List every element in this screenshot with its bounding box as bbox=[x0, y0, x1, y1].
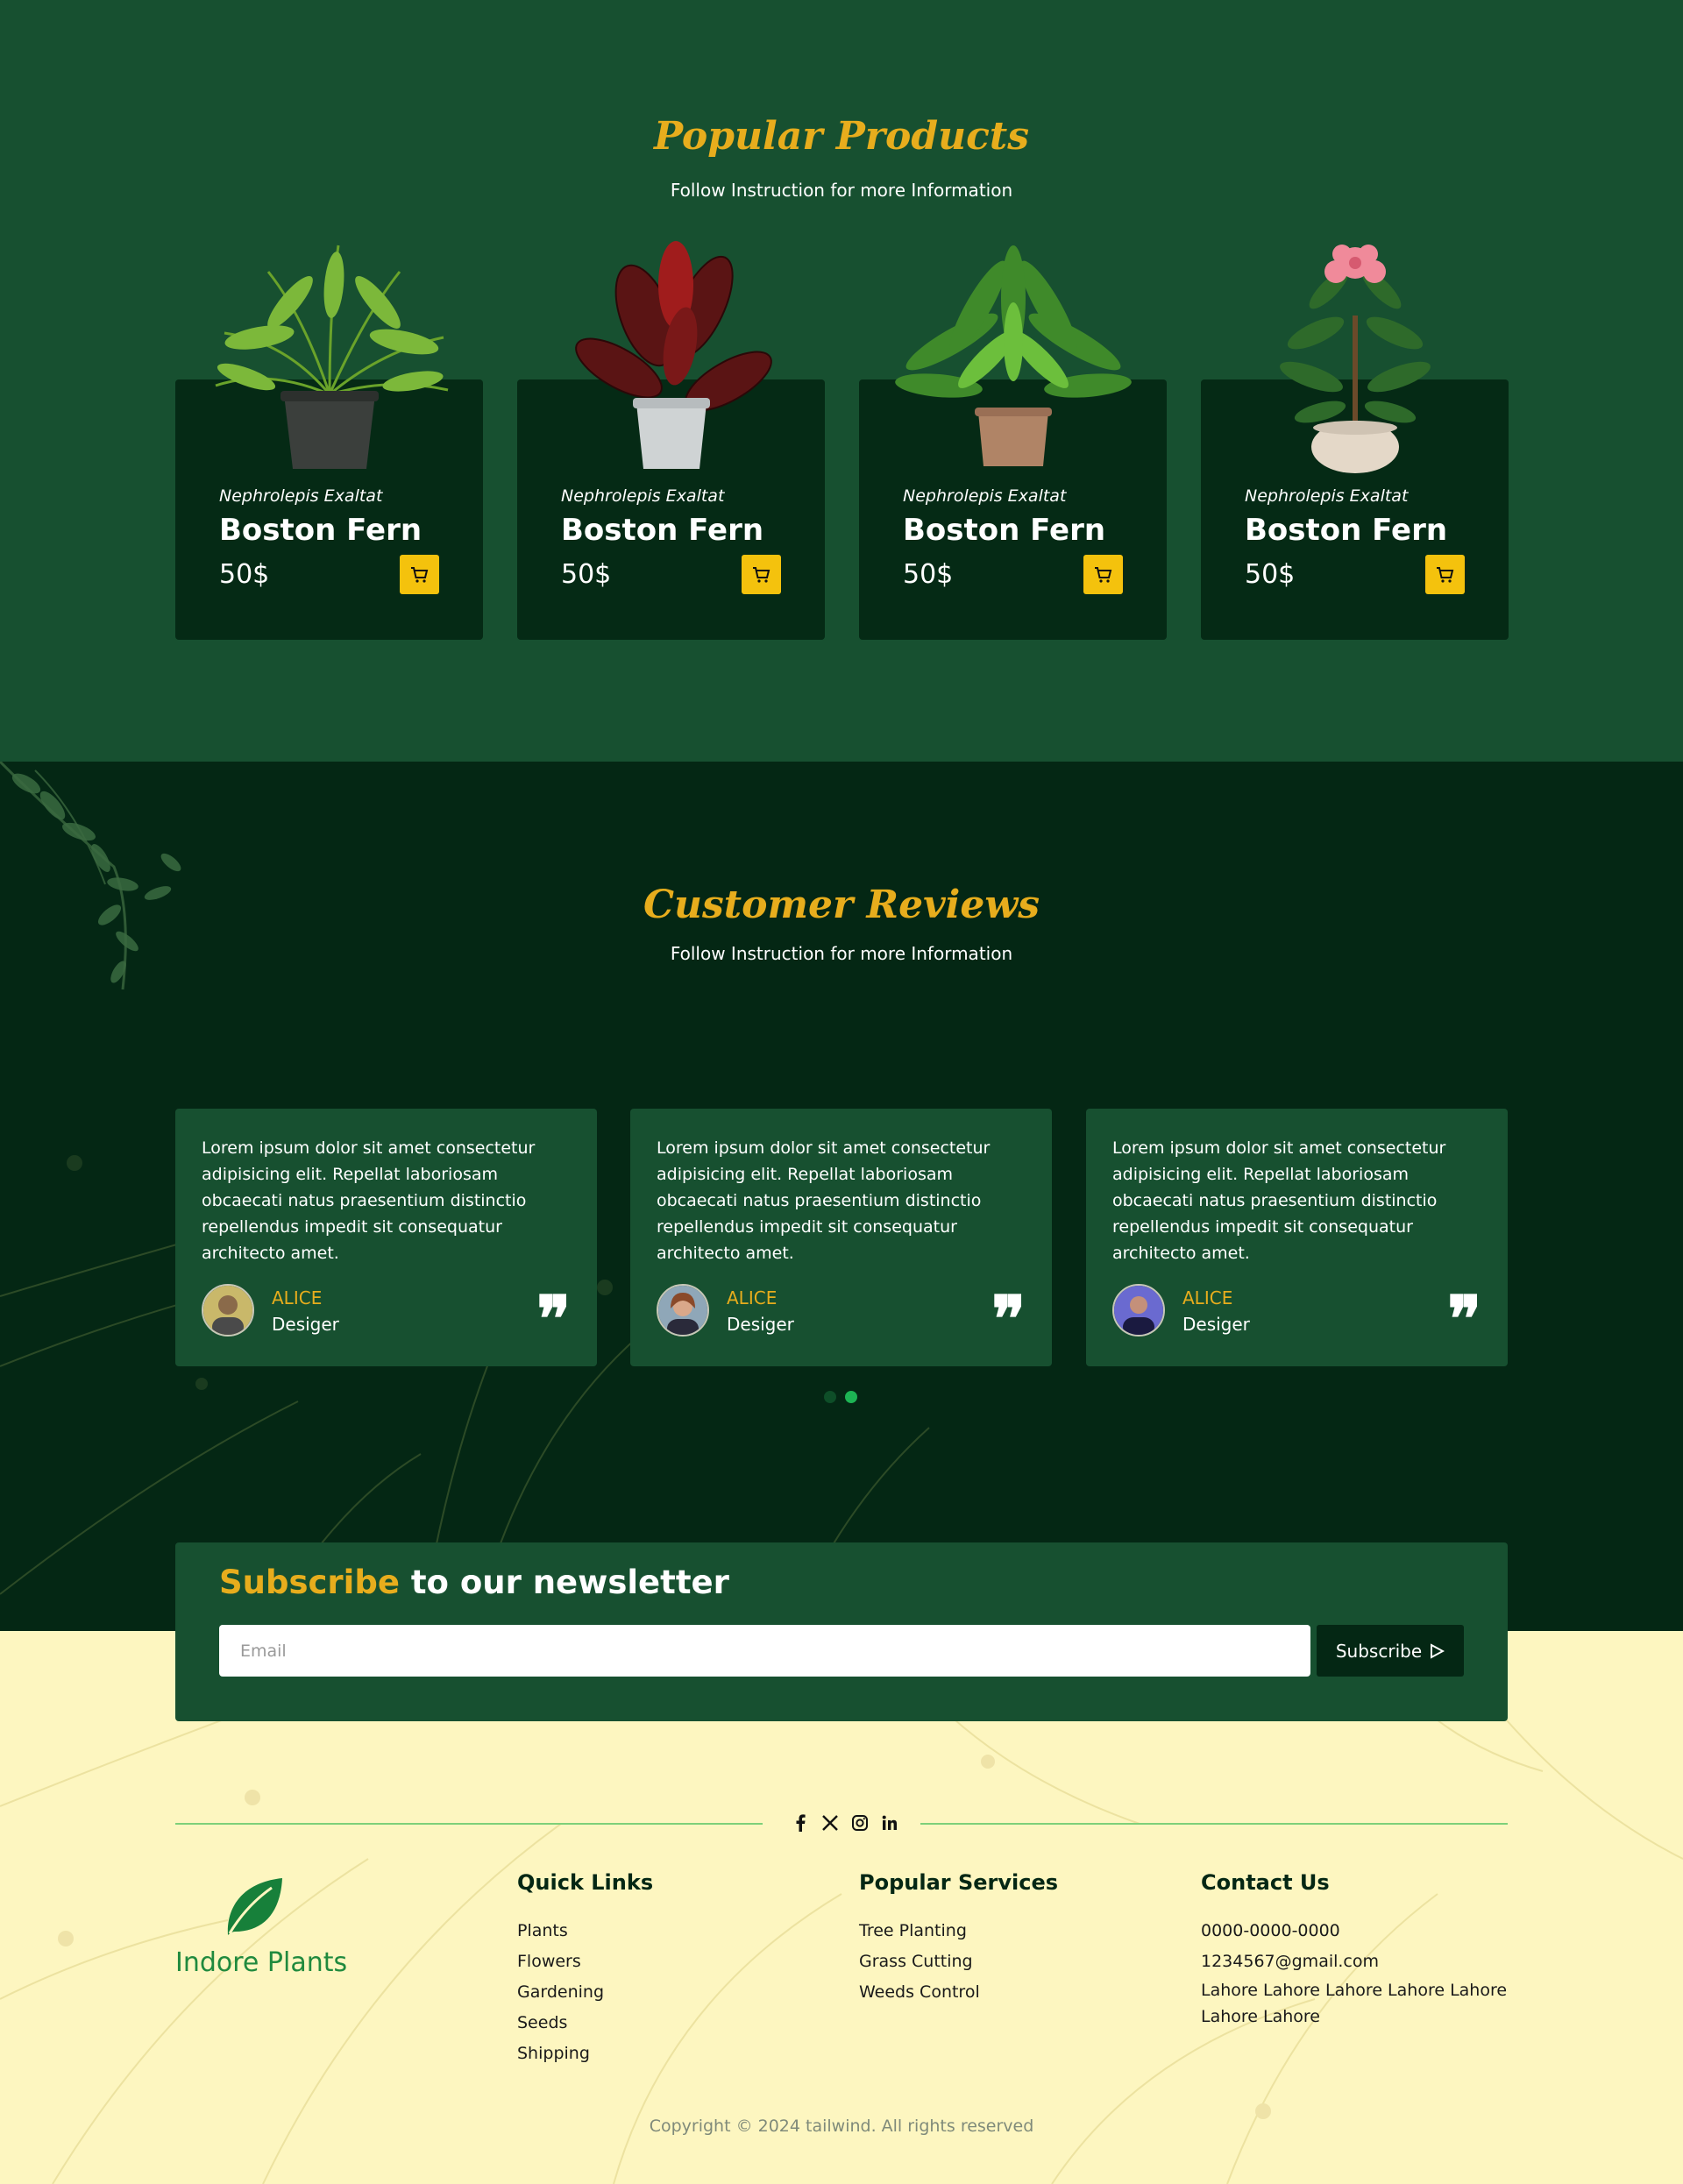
footer-link-weeds-control[interactable]: Weeds Control bbox=[859, 1977, 1058, 2008]
contact-column: Contact Us 0000-0000-0000 1234567@gmail.… bbox=[1201, 1870, 1516, 2030]
footer-link-tree-planting[interactable]: Tree Planting bbox=[859, 1916, 1058, 1946]
contact-address: Lahore Lahore Lahore Lahore Lahore Lahor… bbox=[1201, 1981, 1508, 2026]
add-to-cart-button[interactable] bbox=[400, 555, 439, 594]
popular-services-title: Popular Services bbox=[859, 1870, 1059, 1895]
reviewer-role: Desiger bbox=[1182, 1314, 1250, 1335]
quote-icon: ❞ bbox=[991, 1281, 1026, 1356]
review-card: Lorem ipsum dolor sit amet consectetur a… bbox=[175, 1109, 597, 1366]
add-to-cart-button[interactable] bbox=[742, 555, 781, 594]
quote-icon: ❞ bbox=[536, 1281, 571, 1356]
product-card[interactable]: Nephrolepis Exaltat Boston Fern 50$ bbox=[859, 245, 1167, 640]
boston-fern-plant-image bbox=[215, 245, 448, 469]
footer-link-seeds[interactable]: Seeds bbox=[517, 2008, 653, 2039]
cart-icon bbox=[1436, 566, 1453, 583]
customer-reviews-section: Customer Reviews Follow Instruction for … bbox=[0, 762, 1683, 1631]
footer-link-flowers[interactable]: Flowers bbox=[517, 1946, 653, 1977]
product-name: Boston Fern bbox=[219, 513, 423, 548]
reviewer-name: ALICE bbox=[727, 1287, 778, 1308]
carousel-dot-2[interactable] bbox=[845, 1391, 857, 1403]
copyright-text: Copyright © 2024 tailwind. All rights re… bbox=[649, 2117, 1034, 2136]
reviewer-name: ALICE bbox=[272, 1287, 323, 1308]
x-icon[interactable] bbox=[820, 1811, 840, 1835]
popular-services-column: Popular Services Tree Planting Grass Cut… bbox=[859, 1870, 1058, 2008]
review-card: Lorem ipsum dolor sit amet consectetur a… bbox=[630, 1109, 1052, 1366]
product-name: Boston Fern bbox=[561, 513, 764, 548]
quote-icon: ❞ bbox=[1447, 1281, 1481, 1356]
product-scientific-name: Nephrolepis Exaltat bbox=[561, 486, 725, 506]
rubber-plant-image bbox=[574, 241, 772, 469]
instagram-icon[interactable] bbox=[850, 1811, 870, 1835]
avatar bbox=[1112, 1284, 1165, 1337]
reviewer-role: Desiger bbox=[727, 1314, 794, 1335]
brand-name: Indore Plants bbox=[175, 1947, 348, 1978]
products-subtitle: Follow Instruction for more Information bbox=[670, 180, 1013, 201]
product-card[interactable]: Nephrolepis Exaltat Boston Fern 50$ bbox=[517, 241, 825, 640]
carousel-dots bbox=[824, 1391, 857, 1403]
cart-icon bbox=[752, 566, 770, 583]
reviewer-role: Desiger bbox=[272, 1314, 339, 1335]
send-icon bbox=[1431, 1642, 1445, 1659]
footer-divider-right bbox=[920, 1823, 1508, 1825]
product-name: Boston Fern bbox=[903, 513, 1106, 548]
subscribe-button-label: Subscribe bbox=[1335, 1640, 1423, 1662]
review-text: Lorem ipsum dolor sit amet consectetur a… bbox=[202, 1138, 536, 1263]
footer-link-gardening[interactable]: Gardening bbox=[517, 1977, 653, 2008]
pink-flower-plant-image bbox=[1279, 245, 1431, 473]
cart-icon bbox=[410, 566, 428, 583]
facebook-icon[interactable] bbox=[791, 1811, 810, 1835]
avatar bbox=[657, 1284, 709, 1337]
product-scientific-name: Nephrolepis Exaltat bbox=[219, 486, 383, 506]
leaf-logo-icon bbox=[227, 1878, 282, 1935]
footer-link-shipping[interactable]: Shipping bbox=[517, 2039, 653, 2069]
quick-links-column: Quick Links Plants Flowers Gardening See… bbox=[517, 1870, 653, 2069]
products-title: Popular Products bbox=[654, 114, 1029, 159]
newsletter-title: Subscribe to our newsletter bbox=[219, 1564, 729, 1601]
newsletter-title-rest: to our newsletter bbox=[399, 1564, 729, 1601]
product-card[interactable]: Nephrolepis Exaltat Boston Fern 50$ bbox=[1201, 245, 1509, 640]
add-to-cart-button[interactable] bbox=[1083, 555, 1123, 594]
review-text: Lorem ipsum dolor sit amet consectetur a… bbox=[657, 1138, 991, 1263]
reviewer-name: ALICE bbox=[1182, 1287, 1233, 1308]
linkedin-icon[interactable] bbox=[880, 1811, 899, 1835]
footer-link-plants[interactable]: Plants bbox=[517, 1916, 653, 1946]
email-input[interactable] bbox=[219, 1625, 1310, 1677]
quick-links-title: Quick Links bbox=[517, 1870, 654, 1895]
product-price: 50$ bbox=[903, 559, 954, 590]
cart-icon bbox=[1094, 566, 1111, 583]
contact-phone: 0000-0000-0000 bbox=[1201, 1921, 1340, 1940]
avatar bbox=[202, 1284, 254, 1337]
product-name: Boston Fern bbox=[1245, 513, 1448, 548]
add-to-cart-button[interactable] bbox=[1425, 555, 1465, 594]
leafy-green-plant-image bbox=[894, 245, 1132, 466]
newsletter-title-highlight: Subscribe bbox=[219, 1564, 400, 1601]
reviews-subtitle: Follow Instruction for more Information bbox=[670, 943, 1013, 964]
popular-products-section: Popular Products Follow Instruction for … bbox=[0, 0, 1683, 762]
footer-divider-left bbox=[175, 1823, 763, 1825]
contact-email: 1234567@gmail.com bbox=[1201, 1952, 1380, 1971]
carousel-dot-1[interactable] bbox=[824, 1391, 836, 1403]
reviews-title: Customer Reviews bbox=[643, 883, 1040, 927]
review-card: Lorem ipsum dolor sit amet consectetur a… bbox=[1086, 1109, 1508, 1366]
product-price: 50$ bbox=[219, 559, 270, 590]
social-links bbox=[791, 1811, 899, 1835]
footer-link-grass-cutting[interactable]: Grass Cutting bbox=[859, 1946, 1058, 1977]
newsletter-box: Subscribe to our newsletter Subscribe bbox=[175, 1542, 1508, 1721]
contact-title: Contact Us bbox=[1201, 1870, 1330, 1895]
product-scientific-name: Nephrolepis Exaltat bbox=[903, 486, 1067, 506]
product-scientific-name: Nephrolepis Exaltat bbox=[1245, 486, 1409, 506]
subscribe-button[interactable]: Subscribe bbox=[1317, 1625, 1464, 1677]
product-price: 50$ bbox=[561, 559, 612, 590]
product-price: 50$ bbox=[1245, 559, 1296, 590]
product-card[interactable]: Nephrolepis Exaltat Boston Fern 50$ bbox=[175, 245, 483, 640]
review-text: Lorem ipsum dolor sit amet consectetur a… bbox=[1112, 1138, 1446, 1263]
